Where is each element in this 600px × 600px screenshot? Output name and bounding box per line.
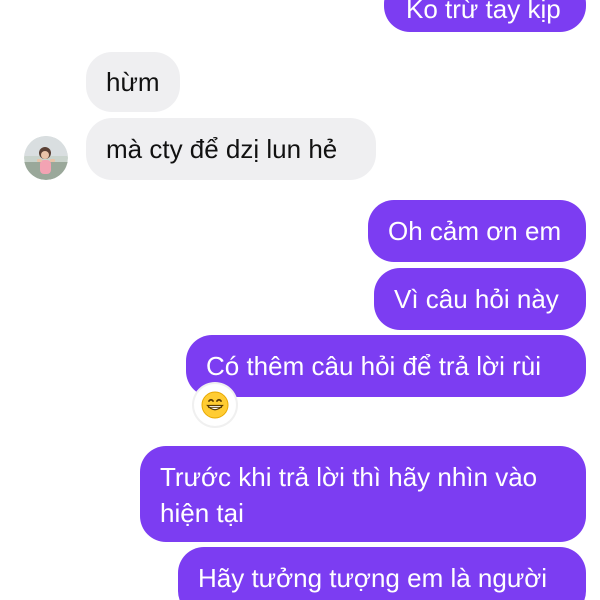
message-text: hừm [106,67,160,97]
outgoing-message-bubble[interactable]: Ko trừ tay kịp [384,0,586,32]
outgoing-message-bubble[interactable]: Hãy tưởng tượng em là người [178,547,586,600]
message-reaction[interactable] [194,384,236,426]
outgoing-message-bubble[interactable]: Có thêm câu hỏi để trả lời rùi [186,335,586,397]
message-text: Vì câu hỏi này [394,284,559,314]
message-text: Có thêm câu hỏi để trả lời rùi [206,351,541,381]
avatar-photo-icon [24,136,68,180]
incoming-message-bubble[interactable]: mà cty để dzị lun hẻ [86,118,376,180]
outgoing-message-bubble[interactable]: Vì câu hỏi này [374,268,586,330]
avatar[interactable] [24,136,68,180]
message-text: Oh cảm ơn em [388,216,562,246]
message-text: Ko trừ tay kịp [406,0,561,24]
message-text: mà cty để dzị lun hẻ [106,134,338,164]
incoming-message-bubble[interactable]: hừm [86,52,180,112]
message-text: Hãy tưởng tượng em là người [198,563,548,593]
outgoing-message-bubble[interactable]: Oh cảm ơn em [368,200,586,262]
message-text: Trước khi trả lời thì hãy nhìn vào hiện … [160,462,538,528]
grinning-face-emoji-icon [201,391,229,419]
outgoing-message-bubble[interactable]: Trước khi trả lời thì hãy nhìn vào hiện … [140,446,586,542]
chat-thread: Ko trừ tay kịp hừm mà cty để dzị lun hẻ [0,0,600,600]
